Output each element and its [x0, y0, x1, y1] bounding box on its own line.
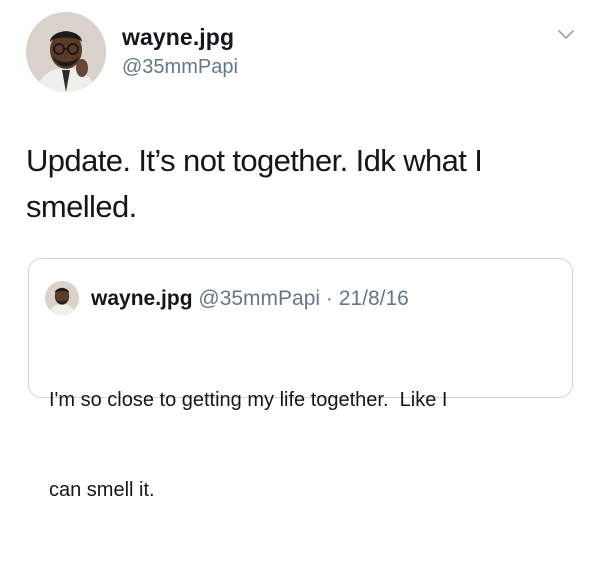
tweet-text-line: Update. It’s not together. Idk what I — [26, 143, 483, 178]
quoted-handle[interactable]: @35mmPapi — [198, 287, 320, 310]
quoted-avatar-photo — [45, 281, 79, 315]
tweet-card: wayne.jpg @35mmPapi Update. It’s not tog… — [0, 0, 600, 501]
quoted-header: wayne.jpg @35mmPapi · 21/8/16 — [91, 287, 409, 311]
user-handle[interactable]: @35mmPapi — [122, 56, 238, 79]
quoted-text: I'm so close to getting my life together… — [49, 325, 549, 565]
quoted-avatar[interactable] — [45, 281, 79, 315]
separator-dot: · — [325, 287, 333, 310]
avatar[interactable] — [26, 12, 106, 92]
quoted-text-line: can smell it. — [49, 479, 155, 501]
chevron-down-icon[interactable] — [557, 28, 575, 42]
display-name[interactable]: wayne.jpg — [122, 24, 234, 51]
avatar-photo — [26, 12, 106, 92]
tweet-text-line: smelled. — [26, 189, 137, 224]
tweet-text: Update. It’s not together. Idk what I sm… — [26, 138, 566, 230]
quoted-display-name[interactable]: wayne.jpg — [91, 287, 193, 310]
quoted-date[interactable]: 21/8/16 — [339, 287, 409, 310]
quoted-text-line: I'm so close to getting my life together… — [49, 389, 448, 411]
quoted-tweet[interactable]: wayne.jpg @35mmPapi · 21/8/16 I'm so clo… — [28, 258, 573, 501]
